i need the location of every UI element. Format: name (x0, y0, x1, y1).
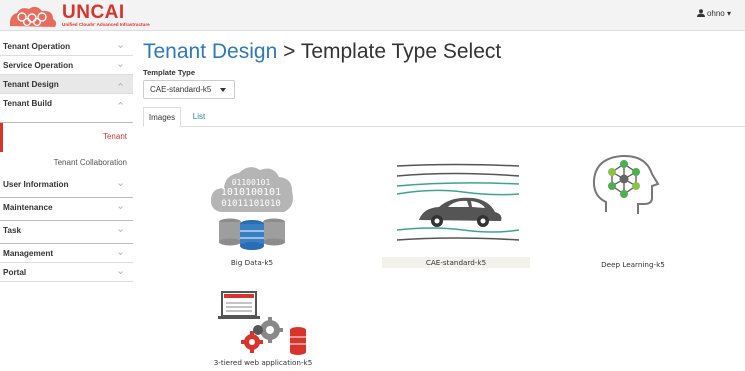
sidebar-item-label: Task (3, 226, 22, 235)
sidebar-item-service-operation[interactable]: Service Operation (0, 56, 133, 75)
chevron-down-icon (118, 64, 123, 68)
chevron-down-icon (118, 183, 123, 187)
view-tabs: Images List (143, 107, 745, 127)
user-icon (696, 9, 705, 17)
sidebar-subitem-label: Tenant (102, 132, 127, 141)
template-type-value: CAE-standard-k5 (150, 85, 212, 94)
sidebar-item-portal[interactable]: Portal (0, 263, 133, 282)
sidebar-item-label: Maintenance (3, 203, 53, 212)
breadcrumb-link-tenant-design[interactable]: Tenant Design (143, 40, 277, 63)
chevron-down-icon (118, 271, 123, 275)
template-tile-big-data[interactable]: 01100101 1010100101 01011101010 Big Data… (207, 160, 297, 270)
chevron-up-icon (118, 101, 123, 105)
template-type-label: Template Type (143, 68, 196, 77)
chevron-down-icon (118, 252, 123, 256)
sidebar-subitem-tenant-collaboration[interactable]: Tenant Collaboration (0, 152, 133, 175)
sidebar-item-label: Tenant Operation (3, 42, 71, 51)
sidebar-item-label: Service Operation (3, 61, 74, 70)
sidebar-item-label: Portal (3, 268, 27, 277)
sidebar-item-tenant-design[interactable]: Tenant Design (0, 75, 133, 94)
sidebar-item-task[interactable]: Task (0, 221, 133, 244)
svg-text:1010100101: 1010100101 (221, 187, 281, 198)
sidebar-item-label: User Information (3, 180, 69, 189)
template-type-select[interactable]: CAE-standard-k5 (143, 80, 235, 99)
car-aerodynamics-icon (396, 163, 519, 241)
big-data-icon: 01100101 1010100101 01011101010 (210, 167, 293, 250)
chevron-down-icon (118, 229, 123, 233)
tab-images[interactable]: Images (143, 107, 181, 127)
template-label: Big Data-k5 (230, 258, 274, 267)
user-menu[interactable]: ohno ▾ (696, 9, 731, 18)
svg-text:01011101010: 01011101010 (221, 199, 281, 209)
page-title: Tenant Design > Template Type Select (143, 40, 743, 64)
chevron-up-icon (118, 82, 123, 86)
page-title-suffix: > Template Type Select (277, 40, 502, 63)
main-content: Tenant Design > Template Type Select Tem… (143, 40, 745, 127)
sidebar-item-tenant-build[interactable]: Tenant Build (0, 94, 133, 123)
sidebar-item-tenant-operation[interactable]: Tenant Operation (0, 37, 133, 56)
sidebar-item-maintenance[interactable]: Maintenance (0, 198, 133, 221)
uncai-logo-icon (9, 6, 57, 27)
user-name: ohno (706, 9, 725, 18)
logo-text: UNCAI (62, 2, 125, 23)
sidebar-item-label: Tenant Design (3, 80, 59, 89)
tab-list[interactable]: List (187, 107, 211, 127)
sidebar-subitem-tenant[interactable]: Tenant (0, 123, 133, 152)
sidebar-item-user-information[interactable]: User Information (0, 175, 133, 198)
logo[interactable]: UNCAI Unified Clouds' Advanced Infrastru… (6, 2, 150, 29)
template-label: Deep Learning-k5 (601, 260, 665, 269)
sidebar: Tenant Operation Service Operation Tenan… (0, 37, 133, 371)
caret-down-icon (220, 88, 226, 92)
svg-text:01100101: 01100101 (232, 178, 271, 187)
template-tile-3-tiered-web-application[interactable]: 3-tiered web application-k5 (208, 290, 318, 370)
sidebar-item-management[interactable]: Management (0, 244, 133, 263)
top-bar: UNCAI Unified Clouds' Advanced Infrastru… (0, 0, 745, 31)
template-tile-cae-standard[interactable]: CAE-standard-k5 (380, 160, 530, 270)
sidebar-subitem-label: Tenant Collaboration (53, 158, 127, 167)
chevron-down-icon (118, 45, 123, 49)
template-label: 3-tiered web application-k5 (213, 358, 313, 367)
sidebar-item-label: Tenant Build (3, 99, 52, 108)
logo-subtext: Unified Clouds' Advanced Infrastructure (62, 22, 150, 27)
brain-network-icon (592, 154, 660, 214)
chevron-down-icon (118, 206, 123, 210)
template-label: CAE-standard-k5 (382, 257, 530, 268)
template-tile-deep-learning[interactable]: Deep Learning-k5 (588, 152, 678, 270)
sidebar-item-label: Management (3, 249, 54, 258)
caret-down-icon: ▾ (726, 9, 731, 18)
web-application-icon (218, 291, 306, 355)
